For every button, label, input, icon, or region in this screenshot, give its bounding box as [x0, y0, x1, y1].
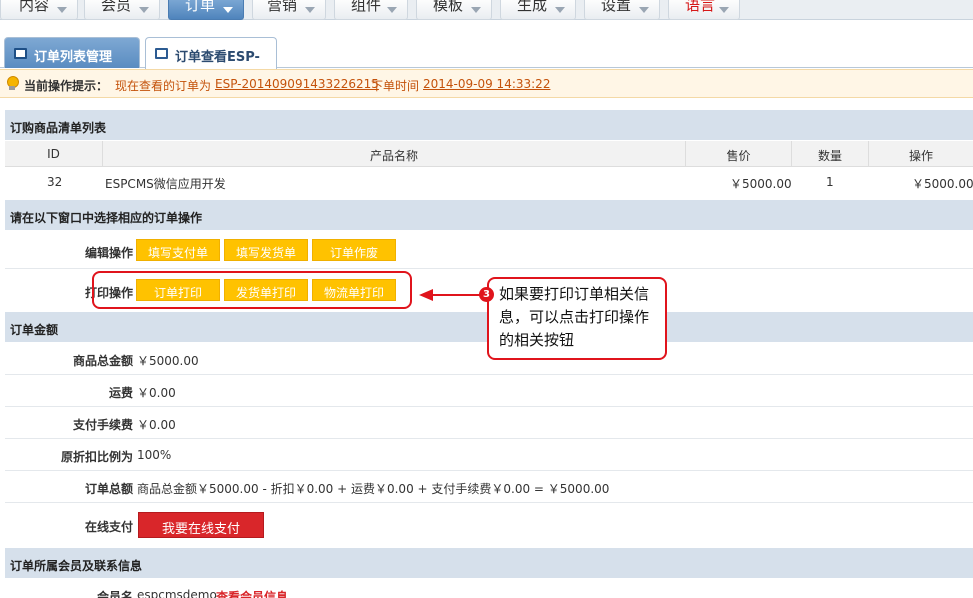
- amount-value: ￥0.00: [137, 418, 176, 432]
- member-row: 会员名 espcmsdemo 查看会员信息: [5, 579, 973, 598]
- section-title-member: 订单所属会员及联系信息: [5, 548, 973, 578]
- nav-item-label: 语言: [685, 0, 716, 14]
- nav-item-label: 模板: [433, 0, 464, 14]
- chevron-down-icon: [637, 4, 651, 16]
- lightbulb-icon: [6, 76, 19, 91]
- print-buttons-highlight: [92, 271, 412, 309]
- cell-quantity: 1: [826, 175, 834, 189]
- tab-order-list[interactable]: 订单列表管理: [4, 37, 140, 68]
- amount-label: 订单总额: [84, 482, 133, 496]
- tab-order-view[interactable]: 订单查看ESP-: [145, 37, 277, 69]
- void-order-button[interactable]: 订单作废: [312, 239, 396, 261]
- nav-item-members[interactable]: 会员: [84, 0, 160, 20]
- nav-item-label: 生成: [517, 0, 548, 14]
- amount-row: 订单总额 商品总金额￥5000.00 - 折扣￥0.00 + 运费￥0.00 +…: [5, 471, 973, 503]
- amount-row: 支付手续费 ￥0.00: [5, 407, 973, 439]
- amount-label: 支付手续费: [72, 418, 133, 432]
- nav-item-components[interactable]: 组件: [334, 0, 408, 20]
- window-icon: [155, 48, 168, 59]
- chevron-down-icon: [55, 4, 69, 16]
- amount-row: 运费 ￥0.00: [5, 375, 973, 407]
- amount-row: 原折扣比例为 100%: [5, 439, 973, 471]
- column-header: 产品名称: [102, 141, 685, 167]
- column-header: 售价: [685, 141, 791, 167]
- nav-item-templates[interactable]: 模板: [416, 0, 492, 20]
- section-title-operations: 请在以下窗口中选择相应的订单操作: [5, 200, 973, 230]
- column-header: 数量: [791, 141, 868, 167]
- chevron-down-icon: [303, 4, 317, 16]
- member-name-value: espcmsdemo: [137, 588, 217, 598]
- column-header: ID: [47, 147, 60, 161]
- hint-order-time[interactable]: 2014-09-09 14:33:22: [423, 77, 550, 91]
- view-member-link[interactable]: 查看会员信息: [216, 588, 288, 598]
- cell-product-name: ESPCMS微信应用开发: [105, 177, 226, 191]
- nav-item-generate[interactable]: 生成: [500, 0, 576, 20]
- chevron-down-icon: [469, 4, 483, 16]
- amount-label: 运费: [108, 386, 133, 400]
- nav-item-label: 设置: [601, 0, 632, 14]
- cell-total: ￥5000.00: [912, 177, 973, 191]
- edit-operations-row: 编辑操作 填写支付单 填写发货单 订单作废: [5, 231, 973, 269]
- section-title-products: 订购商品清单列表: [5, 110, 973, 140]
- nav-item-content[interactable]: 内容: [0, 0, 78, 20]
- tab-bar: 订单列表管理 订单查看ESP-: [0, 32, 973, 69]
- fill-payment-button[interactable]: 填写支付单: [136, 239, 220, 261]
- tab-label: 订单查看ESP-: [175, 50, 260, 65]
- operation-hint-bar: 当前操作提示： 现在查看的订单为 ESP-201409091433226215 …: [0, 69, 973, 98]
- nav-item-label: 订单: [185, 0, 216, 14]
- nav-item-label: 内容: [19, 0, 50, 14]
- chevron-down-icon: [221, 4, 235, 16]
- cell-id: 32: [47, 175, 63, 189]
- amount-label: 原折扣比例为: [60, 450, 133, 464]
- nav-item-label: 组件: [351, 0, 382, 14]
- chevron-down-icon: [385, 4, 399, 16]
- chevron-down-icon: [137, 4, 151, 16]
- annotation-text: 如果要打印订单相关信息，可以点击打印操作的相关按钮: [499, 285, 650, 349]
- nav-item-orders[interactable]: 订单: [168, 0, 244, 20]
- fill-shipping-button[interactable]: 填写发货单: [224, 239, 308, 261]
- amount-value: 100%: [137, 448, 172, 462]
- edit-operations-label: 编辑操作: [84, 246, 133, 260]
- nav-item-label: 营销: [267, 0, 298, 14]
- amount-value: 商品总金额￥5000.00 - 折扣￥0.00 + 运费￥0.00 + 支付手续…: [137, 482, 610, 496]
- amount-label: 商品总金额: [72, 354, 133, 368]
- amount-value: ￥0.00: [137, 386, 176, 400]
- chevron-down-icon: [717, 4, 731, 16]
- cell-price: ￥5000.00: [730, 177, 792, 191]
- step-number-badge: 3: [479, 287, 494, 302]
- annotation-arrow: [422, 294, 480, 296]
- tab-label: 订单列表管理: [34, 50, 113, 65]
- chevron-down-icon: [553, 4, 567, 16]
- nav-item-marketing[interactable]: 营销: [252, 0, 326, 20]
- top-nav: 内容 会员 订单 营销 组件 模板 生成 设置 语言: [0, 0, 973, 20]
- member-name-label: 会员名: [96, 590, 133, 598]
- online-pay-button[interactable]: 我要在线支付: [138, 512, 264, 538]
- hint-prefix: 现在查看的订单为: [115, 79, 212, 93]
- hint-label: 当前操作提示：: [24, 79, 109, 93]
- nav-item-language[interactable]: 语言: [668, 0, 740, 20]
- window-icon: [14, 48, 27, 59]
- amount-value: ￥5000.00: [137, 354, 199, 368]
- hint-order-number[interactable]: ESP-201409091433226215: [215, 77, 379, 91]
- online-pay-label: 在线支付: [84, 520, 133, 534]
- nav-item-label: 会员: [101, 0, 132, 14]
- hint-time-label: 下单时间: [371, 79, 420, 93]
- column-header: 操作: [868, 141, 973, 167]
- products-table-header: ID 产品名称 售价 数量 操作: [5, 141, 973, 167]
- nav-item-settings[interactable]: 设置: [584, 0, 660, 20]
